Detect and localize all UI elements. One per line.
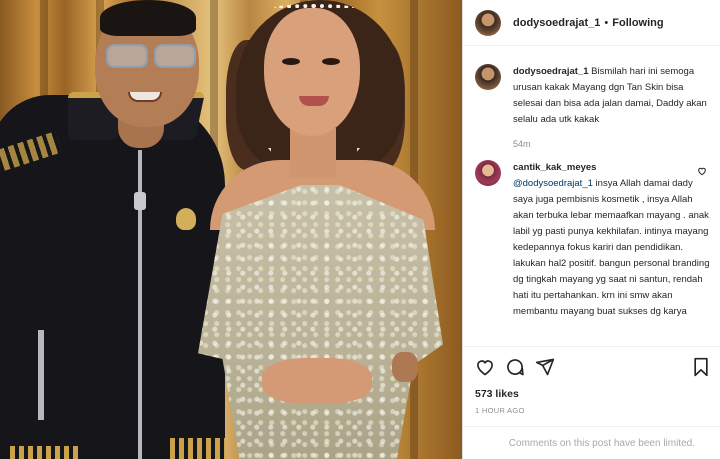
- caption-time: 54m: [513, 139, 531, 149]
- jacket-emblem: [176, 208, 196, 230]
- send-icon[interactable]: [533, 355, 557, 379]
- caption-avatar[interactable]: [475, 64, 501, 90]
- post-header: dodysoedrajat_1 • Following: [463, 0, 720, 46]
- comment-item: cantik_kak_meyes @dodysoedrajat_1 insya …: [475, 160, 715, 342]
- post-photo[interactable]: [0, 0, 462, 459]
- comment-heart-icon[interactable]: [697, 166, 707, 179]
- comments-limited-notice: Comments on this post have been limited.: [463, 426, 720, 459]
- header-username[interactable]: dodysoedrajat_1: [513, 17, 600, 29]
- bookmark-icon[interactable]: [689, 355, 713, 379]
- avatar[interactable]: [475, 9, 501, 36]
- following-button[interactable]: Following: [612, 17, 663, 29]
- comment-text: insya Allah damai dady saya juga pembisn…: [513, 178, 710, 317]
- post-caption: dodysoedrajat_1 Bismilah hari ini semoga…: [475, 64, 715, 152]
- caption-username[interactable]: dodysoedrajat_1: [513, 66, 589, 77]
- action-bar: [463, 346, 720, 388]
- post-panel: dodysoedrajat_1 • Following dodysoedraja…: [462, 0, 720, 459]
- post-timestamp: 1 HOUR AGO: [475, 406, 525, 415]
- sequin-dress: [198, 185, 443, 459]
- glasses: [104, 44, 196, 70]
- comment-mention[interactable]: @dodysoedrajat_1: [513, 178, 593, 189]
- comment-username[interactable]: cantik_kak_meyes: [513, 162, 596, 173]
- comment-icon[interactable]: [503, 355, 527, 379]
- comment-avatar[interactable]: [475, 160, 501, 186]
- woman-face: [264, 8, 360, 136]
- likes-count[interactable]: 573 likes: [475, 388, 519, 400]
- separator-dot: •: [604, 16, 609, 29]
- heart-icon[interactable]: [473, 355, 497, 379]
